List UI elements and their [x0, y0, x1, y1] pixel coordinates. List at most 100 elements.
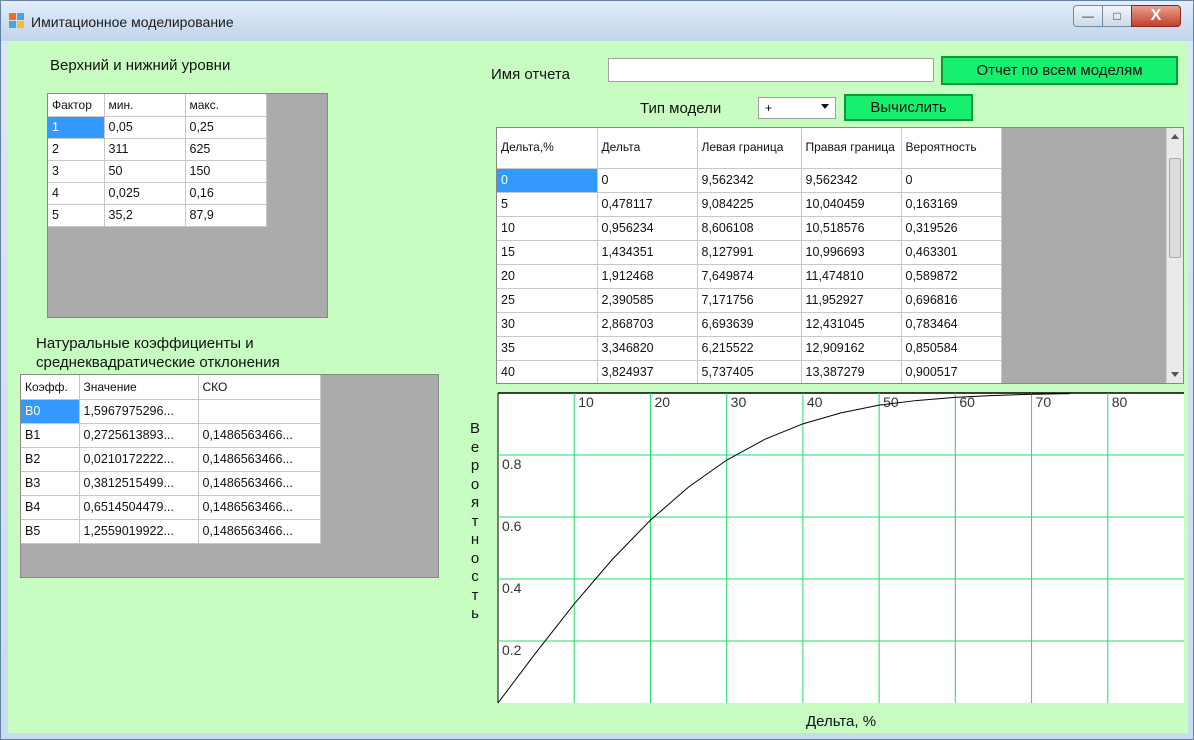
results-row[interactable]: 5 0,478117 9,084225 10,040459 0,163169 — [497, 192, 1002, 217]
results-cell[interactable]: 0 — [597, 168, 698, 193]
coefs-cell[interactable]: 0,1486563466... — [198, 447, 321, 472]
levels-cell[interactable]: 625 — [185, 138, 267, 161]
results-cell[interactable]: 0 — [901, 168, 1002, 193]
levels-cell[interactable]: 2 — [48, 138, 105, 161]
results-cell[interactable]: 2,868703 — [597, 312, 698, 337]
results-cell[interactable]: 12,431045 — [801, 312, 902, 337]
coefs-cell[interactable] — [198, 399, 321, 424]
coefs-grid[interactable]: Коэфф. Значение СКО B0 1,5967975296... B1 0,2… — [20, 374, 439, 578]
results-cell[interactable]: 1,434351 — [597, 240, 698, 265]
coefs-col-header[interactable]: Значение — [79, 375, 199, 400]
coefs-cell[interactable]: 0,1486563466... — [198, 519, 321, 544]
levels-grid[interactable]: Фактор мин. макс. 1 0,05 0,25 2 311 625 3 50 150 4 0… — [47, 93, 328, 318]
results-col-header[interactable]: Дельта,% — [497, 128, 598, 169]
coefs-row[interactable]: B0 1,5967975296... — [21, 399, 321, 424]
results-cell[interactable]: 9,562342 — [697, 168, 802, 193]
levels-cell[interactable]: 50 — [104, 160, 186, 183]
levels-cell[interactable]: 5 — [48, 204, 105, 227]
results-cell[interactable]: 1,912468 — [597, 264, 698, 289]
minimize-button[interactable]: — — [1073, 5, 1103, 27]
levels-cell[interactable]: 87,9 — [185, 204, 267, 227]
coefs-cell[interactable]: B3 — [21, 471, 80, 496]
levels-row[interactable]: 1 0,05 0,25 — [48, 116, 267, 139]
levels-cell[interactable]: 150 — [185, 160, 267, 183]
scroll-up-icon[interactable] — [1171, 134, 1179, 139]
results-cell[interactable]: 0,463301 — [901, 240, 1002, 265]
coefs-cell[interactable]: 0,1486563466... — [198, 423, 321, 448]
results-cell[interactable]: 12,909162 — [801, 336, 902, 361]
results-col-header[interactable]: Дельта — [597, 128, 698, 169]
coefs-cell[interactable]: 0,0210172222... — [79, 447, 199, 472]
report-all-models-button[interactable]: Отчет по всем моделям — [941, 56, 1178, 85]
coefs-cell[interactable]: B2 — [21, 447, 80, 472]
results-col-header[interactable]: Левая граница — [697, 128, 802, 169]
levels-row[interactable]: 5 35,2 87,9 — [48, 204, 267, 227]
results-cell[interactable]: 3,346820 — [597, 336, 698, 361]
results-row[interactable]: 35 3,346820 6,215522 12,909162 0,850584 — [497, 336, 1002, 361]
levels-cell[interactable]: 4 — [48, 182, 105, 205]
scroll-thumb[interactable] — [1169, 158, 1181, 258]
results-grid[interactable]: Дельта,% Дельта Левая граница Правая границ… — [496, 127, 1184, 384]
results-cell[interactable]: 0,319526 — [901, 216, 1002, 241]
coefs-cell[interactable]: 1,5967975296... — [79, 399, 199, 424]
results-cell[interactable]: 20 — [497, 264, 598, 289]
levels-col-header[interactable]: мин. — [104, 94, 186, 117]
results-cell[interactable]: 40 — [497, 360, 598, 383]
results-cell[interactable]: 0,783464 — [901, 312, 1002, 337]
results-cell[interactable]: 35 — [497, 336, 598, 361]
levels-cell[interactable]: 0,25 — [185, 116, 267, 139]
model-type-select[interactable]: + — [758, 97, 836, 119]
results-cell[interactable]: 0,696816 — [901, 288, 1002, 313]
compute-button[interactable]: Вычислить — [844, 94, 973, 121]
results-cell[interactable]: 11,474810 — [801, 264, 902, 289]
results-cell[interactable]: 7,171756 — [697, 288, 802, 313]
coefs-row[interactable]: B2 0,0210172222... 0,1486563466... — [21, 447, 321, 472]
maximize-button[interactable]: □ — [1102, 5, 1132, 27]
results-cell[interactable]: 7,649874 — [697, 264, 802, 289]
results-cell[interactable]: 13,387279 — [801, 360, 902, 383]
results-cell[interactable]: 0,850584 — [901, 336, 1002, 361]
levels-cell[interactable]: 0,025 — [104, 182, 186, 205]
levels-cell[interactable]: 0,16 — [185, 182, 267, 205]
levels-row[interactable]: 3 50 150 — [48, 160, 267, 183]
results-cell[interactable]: 8,606108 — [697, 216, 802, 241]
levels-cell[interactable]: 35,2 — [104, 204, 186, 227]
results-cell[interactable]: 6,215522 — [697, 336, 802, 361]
results-cell[interactable]: 10 — [497, 216, 598, 241]
results-cell[interactable]: 0 — [497, 168, 598, 193]
coefs-cell[interactable]: 1,2559019922... — [79, 519, 199, 544]
coefs-cell[interactable]: B1 — [21, 423, 80, 448]
coefs-cell[interactable]: 0,3812515499... — [79, 471, 199, 496]
results-row[interactable]: 20 1,912468 7,649874 11,474810 0,589872 — [497, 264, 1002, 289]
results-cell[interactable]: 0,900517 — [901, 360, 1002, 383]
coefs-cell[interactable]: 0,2725613893... — [79, 423, 199, 448]
close-button[interactable]: X — [1131, 5, 1181, 27]
results-cell[interactable]: 0,163169 — [901, 192, 1002, 217]
results-cell[interactable]: 10,040459 — [801, 192, 902, 217]
coefs-row[interactable]: B4 0,6514504479... 0,1486563466... — [21, 495, 321, 520]
coefs-row[interactable]: B5 1,2559019922... 0,1486563466... — [21, 519, 321, 544]
results-row[interactable]: 40 3,824937 5,737405 13,387279 0,900517 — [497, 360, 1002, 383]
coefs-cell[interactable]: 0,1486563466... — [198, 495, 321, 520]
levels-row[interactable]: 4 0,025 0,16 — [48, 182, 267, 205]
results-row[interactable]: 25 2,390585 7,171756 11,952927 0,696816 — [497, 288, 1002, 313]
results-cell[interactable]: 0,478117 — [597, 192, 698, 217]
results-cell[interactable]: 30 — [497, 312, 598, 337]
results-cell[interactable]: 0,589872 — [901, 264, 1002, 289]
results-cell[interactable]: 9,084225 — [697, 192, 802, 217]
results-cell[interactable]: 6,693639 — [697, 312, 802, 337]
results-cell[interactable]: 15 — [497, 240, 598, 265]
results-col-header[interactable]: Вероятность — [901, 128, 1002, 169]
results-row[interactable]: 10 0,956234 8,606108 10,518576 0,319526 — [497, 216, 1002, 241]
results-col-header[interactable]: Правая граница — [801, 128, 902, 169]
results-cell[interactable]: 10,996693 — [801, 240, 902, 265]
results-cell[interactable]: 8,127991 — [697, 240, 802, 265]
coefs-row[interactable]: B1 0,2725613893... 0,1486563466... — [21, 423, 321, 448]
results-cell[interactable]: 5 — [497, 192, 598, 217]
results-cell[interactable]: 25 — [497, 288, 598, 313]
levels-row[interactable]: 2 311 625 — [48, 138, 267, 161]
results-row[interactable]: 15 1,434351 8,127991 10,996693 0,463301 — [497, 240, 1002, 265]
results-scrollbar[interactable] — [1166, 128, 1183, 383]
levels-cell[interactable]: 0,05 — [104, 116, 186, 139]
coefs-col-header[interactable]: Коэфф. — [21, 375, 80, 400]
